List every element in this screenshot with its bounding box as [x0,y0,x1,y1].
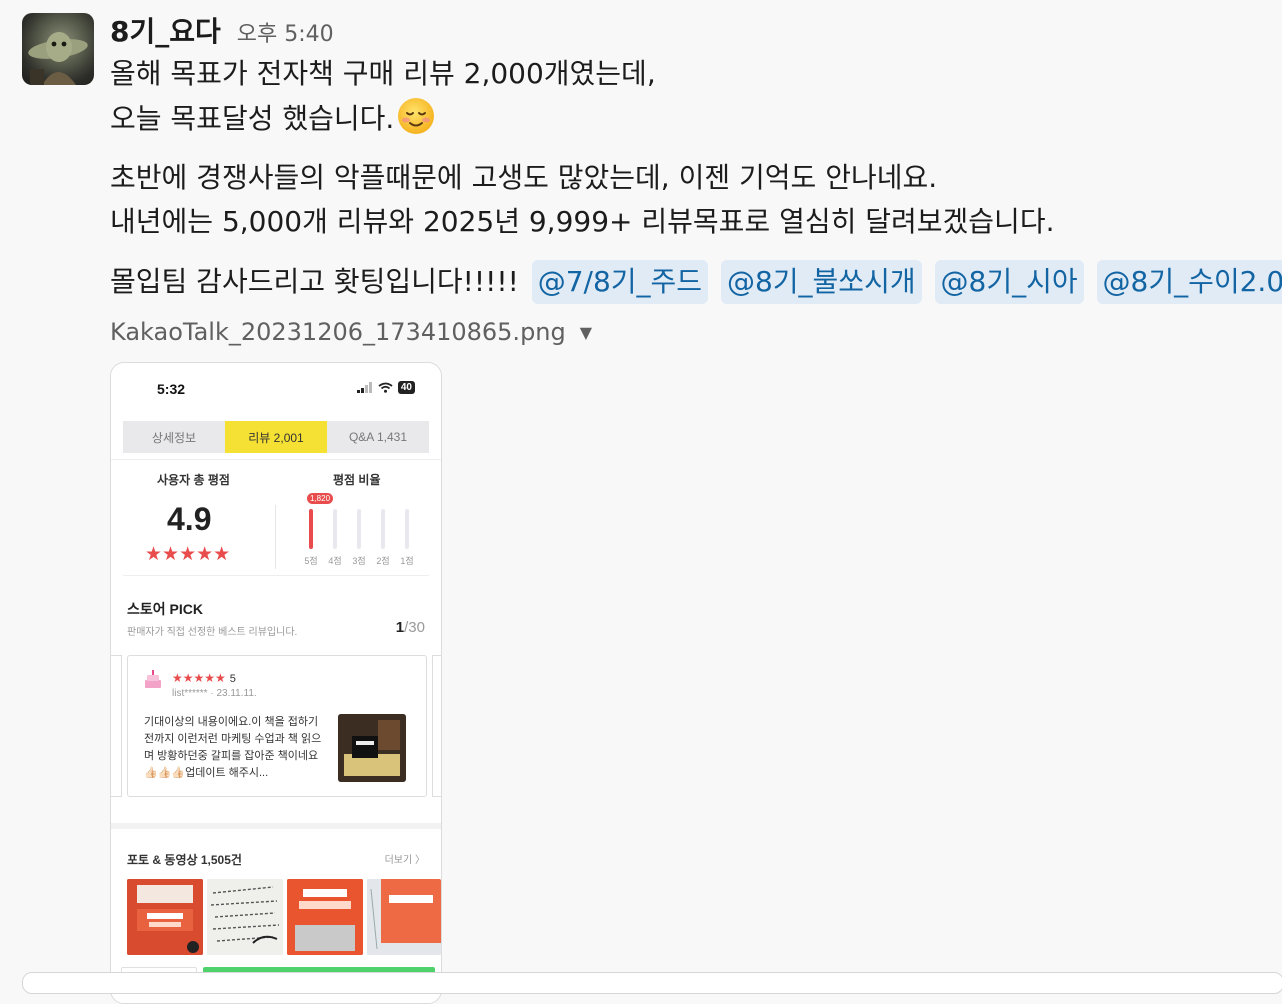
message-line: 초반에 경쟁사들의 악플때문에 고생도 많았는데, 이젠 기억도 안나네요. [110,161,938,194]
review-stars: ★★★★★ 5 [172,671,236,685]
rating-bar-label: 1점 [400,556,414,566]
mention-jude[interactable]: @7/8기_주드 [531,260,709,304]
rating-bar-5: 1,820 5점 [299,493,334,567]
rating-count-badge: 1,820 [307,493,334,504]
attachment-image[interactable]: 5:32 40 상세정보 리뷰 2,001 Q&A 1,431 사용자 총 평점… [110,362,442,1004]
author-avatar[interactable] [22,13,94,85]
rating-bar-4: 4점 [323,509,347,567]
photo-thumbnail[interactable] [127,879,203,955]
total-rating-title: 사용자 총 평점 [157,473,230,487]
pager-total: /30 [404,619,425,636]
next-review-card-edge[interactable] [432,655,441,797]
book-photo-image [338,714,406,782]
attachment-header: KakaoTalk_20231206_173410865.png ▼ [110,318,592,346]
mention-sia[interactable]: @8기_시아 [934,260,1084,304]
rating-ratio-title: 평점 비율 [333,473,381,487]
phone-status-time: 5:32 [157,381,186,397]
photo-video-title: 포토 & 동영상 1,505건 [127,853,242,867]
rating-bar-label: 2점 [376,556,390,566]
phone-status-bar: 5:32 40 [111,363,441,413]
mention-bulssosigae[interactable]: @8기_불쏘시개 [720,260,922,304]
tab-qna[interactable]: Q&A 1,431 [327,421,429,453]
message-timestamp[interactable]: 오후 5:40 [237,16,334,48]
divider [123,575,429,576]
photo-strip [127,879,441,955]
rating-bar-3: 3점 [347,509,371,567]
review-score: 5 [229,673,236,685]
section-divider [111,823,441,829]
divider [111,459,441,460]
rating-bar-label: 3점 [352,556,366,566]
review-tabs: 상세정보 리뷰 2,001 Q&A 1,431 [123,421,429,453]
message-line: 몰입팀 감사드리고 홧팅입니다!!!!! @7/8기_주드 @8기_불쏘시개 @… [110,260,1282,304]
review-card[interactable]: ★★★★★ 5 list****** · 23.11.11. 기대이상의 내용이에… [127,655,427,797]
message-line-text: 오늘 목표달성 했습니다. [110,102,395,135]
photo-thumbnail[interactable] [287,879,363,955]
store-pick-subtitle: 판매자가 직접 선정한 베스트 리뷰입니다. [127,627,298,638]
photo-thumbnail[interactable] [207,879,283,955]
rating-bar-label: 4점 [328,556,342,566]
message-composer[interactable] [22,972,1282,994]
rating-bar-fill [309,509,313,549]
phone-status-icons: 40 [356,381,415,394]
attachment-file-name[interactable]: KakaoTalk_20231206_173410865.png [110,318,566,346]
store-pick-pager: 1/30 [396,619,425,636]
relieved-face-emoji-icon [398,98,435,134]
rating-bar-2: 2점 [371,509,395,567]
book-cover-image [287,879,363,955]
rating-bar-1: 1점 [395,509,419,567]
book-cover-image [367,879,441,955]
photo-thumbnail[interactable] [367,879,441,955]
rating-stars: ★★★★★ [145,544,231,565]
message-body: 올해 목표가 전자책 구매 리뷰 2,000개였는데, 오늘 목표달성 했습니다… [110,52,1282,304]
store-pick-title: 스토어 PICK [127,601,203,617]
signal-icon [356,382,372,393]
cake-avatar-icon [145,670,161,688]
tab-detail[interactable]: 상세정보 [123,421,225,453]
wifi-icon [378,382,393,393]
rating-bar-label: 5점 [304,556,318,566]
review-stars-glyphs: ★★★★★ [172,671,226,685]
message-line: 올해 목표가 전자책 구매 리뷰 2,000개였는데, [110,57,656,90]
yoda-avatar-image [28,32,88,85]
tab-reviews[interactable]: 리뷰 2,001 [225,421,327,453]
message-header: 8기_요다 오후 5:40 [110,10,334,50]
divider [275,505,276,569]
message-line-text: 몰입팀 감사드리고 홧팅입니다!!!!! [110,265,519,298]
total-rating-value: 4.9 [167,501,212,537]
review-photo-thumbnail[interactable] [338,714,406,782]
caret-down-icon[interactable]: ▼ [580,323,592,342]
photo-more-link[interactable]: 더보기 〉 [385,851,425,866]
author-name[interactable]: 8기_요다 [110,10,221,50]
message-line: 오늘 목표달성 했습니다. [110,96,1282,140]
rating-ratio-bars: 1,820 5점 4점 3점 2점 1점 [299,491,419,571]
rating-summary: 사용자 총 평점 4.9 ★★★★★ 평점 비율 1,820 5점 4점 3점 … [111,463,441,573]
mention-sui[interactable]: @8기_수이2.0 [1096,260,1282,304]
review-text: 기대이상의 내용이에요.이 책을 접하기전까지 이런저런 마케팅 수업과 책 읽… [144,716,322,779]
book-cover-image [127,879,203,955]
battery-icon: 40 [397,381,415,394]
handwritten-notes-image [207,879,283,955]
prev-review-card-edge[interactable] [111,655,122,797]
review-meta: list****** · 23.11.11. [172,688,257,699]
pager-current: 1 [395,619,405,636]
message-line: 내년에는 5,000개 리뷰와 2025년 9,999+ 리뷰목표로 열심히 달… [110,205,1055,238]
